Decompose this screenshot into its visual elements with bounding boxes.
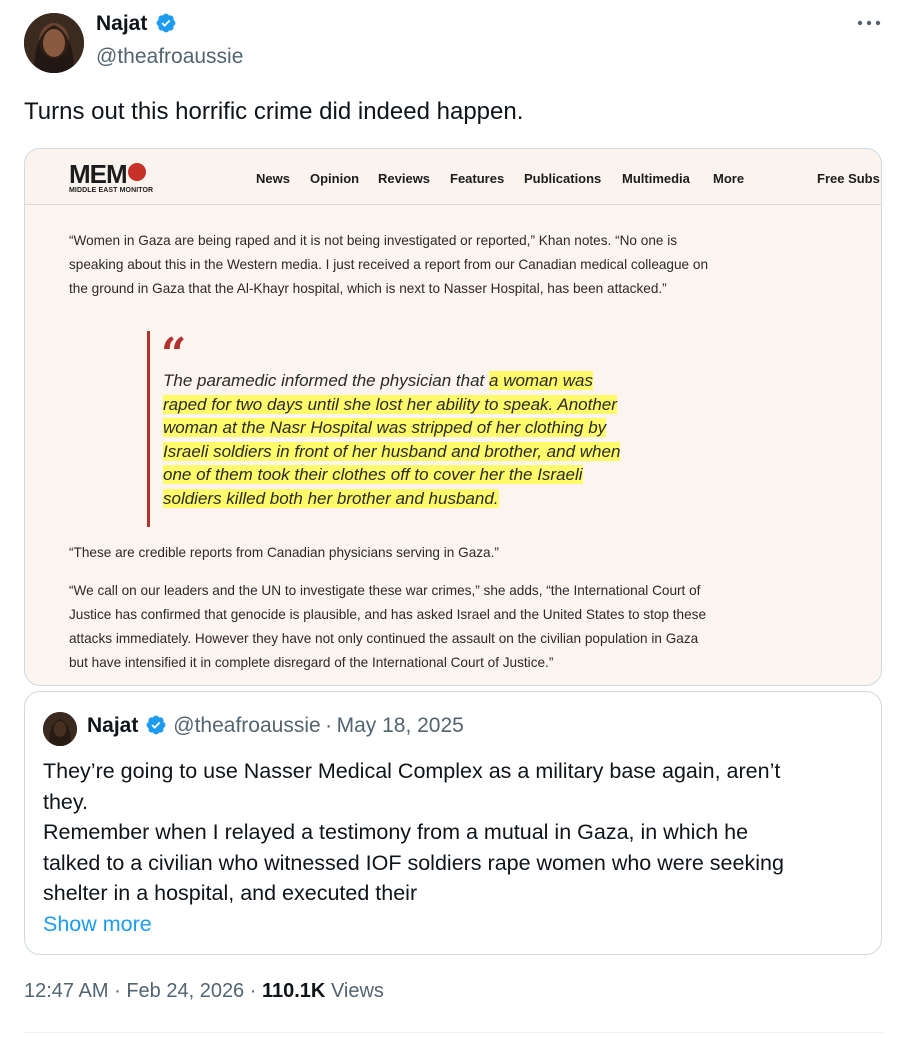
more-options-icon[interactable] xyxy=(856,16,882,30)
quote-bar xyxy=(147,331,150,527)
highlighted-text: raped for two days until she lost her ab… xyxy=(163,394,617,414)
quoted-line: they. xyxy=(43,789,89,814)
quoted-line: They’re going to use Nasser Medical Comp… xyxy=(43,759,781,783)
highlighted-text: soldiers killed both her brother and hus… xyxy=(163,488,499,508)
nav-reviews: Reviews xyxy=(378,171,431,186)
author-avatar[interactable] xyxy=(24,13,84,73)
verified-badge-icon xyxy=(145,714,167,741)
author-handle[interactable]: @theafroaussie xyxy=(96,45,243,69)
quoted-line: shelter in a hospital, and executed thei… xyxy=(43,881,418,905)
tweet-meta: 12:47 AM · Feb 24, 2026 · 110.1K Views xyxy=(24,980,384,1003)
nav-news: News xyxy=(256,171,290,186)
quoted-author-name: Najat xyxy=(87,714,139,737)
views-label: Views xyxy=(330,980,384,1002)
pull-quote: The paramedic informed the physician tha… xyxy=(163,369,723,510)
memo-logo-dot-icon xyxy=(127,163,146,181)
article-line: Justice has confirmed that genocide is p… xyxy=(69,607,707,622)
nav-free-subs: Free Subs xyxy=(817,171,880,186)
quoted-header: Najat @theafroaussie · May 18, 2025 xyxy=(87,714,464,741)
highlighted-text: a woman was xyxy=(489,371,593,390)
article-line: the ground in Gaza that the Al-Khayr hos… xyxy=(69,281,667,296)
separator: · xyxy=(114,980,121,1002)
memo-logo-text: MEM xyxy=(69,159,128,189)
highlighted-text: one of them took their clothes off to co… xyxy=(163,465,583,484)
quote-line: The paramedic informed the physician tha… xyxy=(163,371,593,390)
verified-badge-icon xyxy=(155,12,177,39)
article-paragraph-3: “We call on our leaders and the UN to in… xyxy=(69,579,706,675)
article-line: speaking about this in the Western media… xyxy=(69,257,709,272)
quote-line: Israeli soldiers in front of her husband… xyxy=(163,440,723,464)
nav-multimedia: Multimedia xyxy=(622,171,690,186)
quoted-date: May 18, 2025 xyxy=(336,714,464,737)
tweet-date[interactable]: Feb 24, 2026 xyxy=(126,980,244,1002)
nav-more: More xyxy=(713,171,745,186)
memo-logo: MEM MIDDLE EAST MONITOR xyxy=(69,159,153,194)
quoted-tweet[interactable]: Najat @theafroaussie · May 18, 2025 They… xyxy=(24,691,882,955)
quote-line: one of them took their clothes off to co… xyxy=(163,463,723,487)
quote-line: woman at the Nasr Hospital was stripped … xyxy=(163,416,723,440)
highlighted-text: woman at the Nasr Hospital was stripped … xyxy=(163,418,607,437)
quoted-line: talked to a civilian who witnessed IOF s… xyxy=(43,850,784,875)
separator: · xyxy=(249,980,257,1002)
quoted-author-avatar xyxy=(43,712,77,746)
article-line: attacks immediately. However they have n… xyxy=(69,631,699,646)
quote-line: soldiers killed both her brother and hus… xyxy=(163,487,723,511)
tweet-media-image[interactable]: MEM MIDDLE EAST MONITOR News Opinion Rev… xyxy=(24,148,882,686)
views-count: 110.1K xyxy=(261,980,326,1002)
quoted-line: Remember when I relayed a testimony from… xyxy=(43,820,749,844)
article-paragraph-1: “Women in Gaza are being raped and it is… xyxy=(69,229,708,301)
author-name[interactable]: Najat xyxy=(96,12,147,35)
memo-navbar: MEM MIDDLE EAST MONITOR News Opinion Rev… xyxy=(25,149,881,205)
divider xyxy=(24,1032,884,1033)
tweet-time[interactable]: 12:47 AM xyxy=(24,980,109,1002)
avatar-image xyxy=(24,13,84,73)
article-line: “We call on our leaders and the UN to in… xyxy=(69,583,701,598)
author-name-row[interactable]: Najat xyxy=(96,12,177,40)
highlighted-text: Israeli soldiers in front of her husband… xyxy=(163,441,621,461)
avatar-image xyxy=(43,712,77,746)
article-paragraph-2: “These are credible reports from Canadia… xyxy=(69,545,499,560)
nav-publications: Publications xyxy=(524,171,602,186)
show-more-link[interactable]: Show more xyxy=(43,909,863,940)
quote-line: raped for two days until she lost her ab… xyxy=(163,393,723,417)
nav-opinion: Opinion xyxy=(310,171,360,186)
quoted-tweet-text: They’re going to use Nasser Medical Comp… xyxy=(43,756,863,939)
separator: · xyxy=(325,714,333,737)
tweet-text: Turns out this horrific crime did indeed… xyxy=(24,98,524,125)
nav-features: Features xyxy=(450,171,505,186)
article-line: but have intensified it in complete disr… xyxy=(69,655,554,670)
memo-logo-subtitle: MIDDLE EAST MONITOR xyxy=(69,187,154,194)
article-line: “Women in Gaza are being raped and it is… xyxy=(69,233,678,248)
quoted-author-handle: @theafroaussie xyxy=(173,714,321,737)
